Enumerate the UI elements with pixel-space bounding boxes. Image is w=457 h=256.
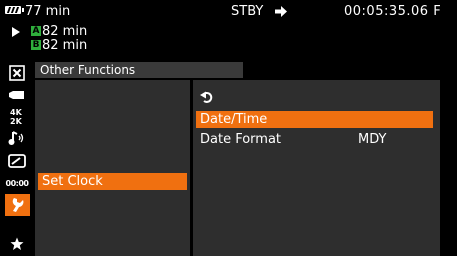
menu-item-date-time[interactable]: Date/Time <box>196 111 433 128</box>
card-a-time: 82 min <box>42 24 88 39</box>
mode-status: STBY <box>231 4 264 19</box>
card-a-badge: A <box>31 26 41 36</box>
display-icon[interactable] <box>8 152 26 170</box>
menu-item-label: Set Clock <box>42 174 103 189</box>
menu-item-label: Date/Time <box>200 112 268 127</box>
resolution-4k-icon[interactable]: 4K 2K <box>8 107 26 125</box>
audio-icon[interactable] <box>8 129 26 147</box>
svg-text:4K: 4K <box>10 108 23 117</box>
timecode: 00:05:35.06 F <box>344 4 442 19</box>
arrow-right-icon <box>275 6 287 17</box>
close-icon[interactable] <box>8 64 26 82</box>
timecode-icon[interactable]: 00:00 <box>6 174 29 192</box>
battery-icon <box>5 6 24 14</box>
camera-icon[interactable] <box>8 86 26 104</box>
menu-item-set-clock[interactable]: Set Clock <box>38 173 187 190</box>
menu-title-bar: Other Functions <box>35 62 243 78</box>
card-b-time: 82 min <box>42 38 88 53</box>
back-icon[interactable] <box>200 89 214 103</box>
play-icon <box>12 27 20 37</box>
svg-text:2K: 2K <box>10 117 23 125</box>
menu-left-panel: Set Clock <box>35 80 190 256</box>
menu-item-label: Date Format <box>200 132 282 147</box>
menu-item-date-format[interactable]: Date Format MDY <box>196 131 433 148</box>
wrench-icon[interactable] <box>5 194 30 216</box>
menu-title: Other Functions <box>40 63 136 77</box>
menu-right-panel: Date/Time Date Format MDY <box>193 80 440 256</box>
card-b-badge: B <box>31 40 41 50</box>
battery-time: 77 min <box>25 4 71 19</box>
star-icon[interactable] <box>8 235 26 253</box>
menu-item-value: MDY <box>358 132 387 147</box>
